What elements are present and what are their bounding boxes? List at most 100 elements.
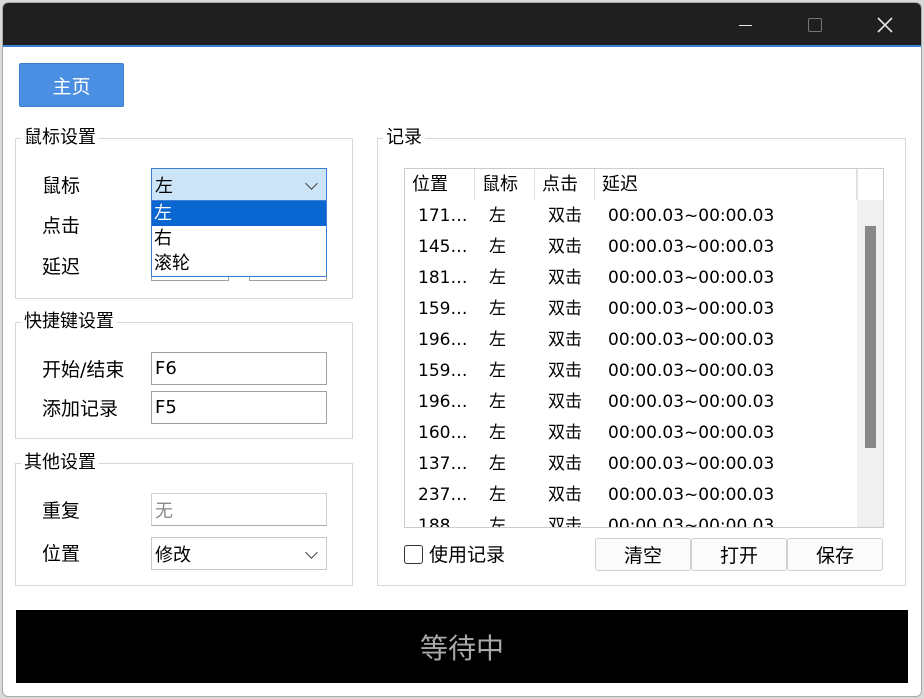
cell-delay: 00:00.03~00:00.03: [608, 361, 775, 381]
title-bar: [3, 3, 921, 47]
cell-click: 双击: [548, 361, 582, 381]
table-row[interactable]: 1963... 左 双击 00:00.03~00:00.03: [405, 325, 857, 356]
dropdown-option-right[interactable]: 右: [152, 226, 326, 251]
mouse-button-dropdown: 左 右 滚轮: [151, 200, 327, 277]
dropdown-option-left[interactable]: 左: [152, 201, 326, 226]
use-records-checkbox[interactable]: [404, 545, 423, 564]
column-header-position[interactable]: 位置: [405, 169, 475, 200]
table-row[interactable]: 2374... 左 双击 00:00.03~00:00.03: [405, 480, 857, 511]
cell-delay: 00:00.03~00:00.03: [608, 299, 775, 319]
start-stop-label: 开始/结束: [42, 359, 125, 381]
cell-click: 双击: [548, 485, 582, 505]
cell-delay: 00:00.03~00:00.03: [608, 485, 775, 505]
cell-click: 双击: [548, 423, 582, 443]
status-bar: 等待中: [16, 610, 908, 683]
table-row[interactable]: 1717... 左 双击 00:00.03~00:00.03: [405, 201, 857, 232]
cell-position: 1963...: [418, 392, 476, 412]
cell-mouse: 左: [489, 206, 506, 226]
table-row[interactable]: 1608... 左 双击 00:00.03~00:00.03: [405, 418, 857, 449]
column-header-click[interactable]: 点击: [535, 169, 595, 200]
clear-button[interactable]: 清空: [595, 538, 691, 571]
table-row[interactable]: 1375... 左 双击 00:00.03~00:00.03: [405, 449, 857, 480]
table-row[interactable]: 1880... 左 双击 00:00.03~00:00.03: [405, 511, 857, 528]
table-row[interactable]: 1451... 左 双击 00:00.03~00:00.03: [405, 232, 857, 263]
cell-mouse: 左: [489, 454, 506, 474]
column-header-delay[interactable]: 延迟: [595, 169, 857, 200]
dropdown-option-wheel[interactable]: 滚轮: [152, 251, 326, 276]
cell-delay: 00:00.03~00:00.03: [608, 268, 775, 288]
cell-delay: 00:00.03~00:00.03: [608, 423, 775, 443]
vertical-scrollbar[interactable]: [857, 200, 883, 527]
cell-position: 1595...: [418, 299, 476, 319]
cell-click: 双击: [548, 237, 582, 257]
cell-mouse: 左: [489, 361, 506, 381]
cell-click: 双击: [548, 454, 582, 474]
chevron-down-icon: [305, 177, 318, 190]
cell-delay: 00:00.03~00:00.03: [608, 516, 775, 528]
other-settings-title: 其他设置: [21, 452, 99, 474]
records-title: 记录: [383, 127, 425, 149]
app-window: 主页 鼠标设置 鼠标 左 点击 延迟 左 右 滚轮 快捷键设置 开始/结束 F6…: [2, 2, 922, 697]
delay-label: 延迟: [42, 256, 81, 278]
cell-position: 1811...: [418, 268, 476, 288]
table-row[interactable]: 1963... 左 双击 00:00.03~00:00.03: [405, 387, 857, 418]
position-select[interactable]: 修改: [151, 537, 327, 570]
start-stop-hotkey-field[interactable]: F6: [151, 352, 327, 385]
column-header-mouse[interactable]: 鼠标: [475, 169, 535, 200]
cell-delay: 00:00.03~00:00.03: [608, 454, 775, 474]
scrollbar-thumb[interactable]: [865, 226, 876, 448]
cell-position: 1717...: [418, 206, 476, 226]
cell-position: 1608...: [418, 423, 476, 443]
cell-delay: 00:00.03~00:00.03: [608, 392, 775, 412]
cell-mouse: 左: [489, 485, 506, 505]
table-row[interactable]: 1595... 左 双击 00:00.03~00:00.03: [405, 294, 857, 325]
maximize-button[interactable]: [780, 3, 850, 47]
mouse-button-select[interactable]: 左: [151, 168, 327, 201]
click-label: 点击: [42, 215, 81, 237]
cell-click: 双击: [548, 392, 582, 412]
chevron-down-icon: [305, 546, 318, 559]
cell-mouse: 左: [489, 423, 506, 443]
cell-mouse: 左: [489, 392, 506, 412]
mouse-select-value: 左: [155, 175, 173, 197]
records-header: 位置 鼠标 点击 延迟: [405, 169, 857, 200]
cell-delay: 00:00.03~00:00.03: [608, 237, 775, 257]
minimize-icon: [738, 24, 752, 26]
cell-mouse: 左: [489, 237, 506, 257]
cell-position: 1593...: [418, 361, 476, 381]
header-corner: [857, 169, 883, 200]
cell-position: 1451...: [418, 237, 476, 257]
close-button[interactable]: [850, 3, 920, 47]
table-row[interactable]: 1811... 左 双击 00:00.03~00:00.03: [405, 263, 857, 294]
cell-mouse: 左: [489, 516, 506, 528]
open-button[interactable]: 打开: [691, 538, 787, 571]
cell-delay: 00:00.03~00:00.03: [608, 206, 775, 226]
close-icon: [877, 17, 893, 33]
cell-click: 双击: [548, 330, 582, 350]
hotkey-settings-title: 快捷键设置: [21, 311, 117, 333]
cell-mouse: 左: [489, 330, 506, 350]
add-record-hotkey-field[interactable]: F5: [151, 391, 327, 424]
cell-delay: 00:00.03~00:00.03: [608, 330, 775, 350]
cell-mouse: 左: [489, 299, 506, 319]
records-list[interactable]: 位置 鼠标 点击 延迟 1717... 左双击 00:00.03~00:00.03 1…: [404, 168, 884, 528]
minimize-button[interactable]: [710, 3, 780, 47]
cell-mouse: 左: [489, 268, 506, 288]
add-record-label: 添加记录: [42, 398, 119, 420]
position-select-value: 修改: [155, 544, 191, 566]
save-button[interactable]: 保存: [787, 538, 883, 571]
mouse-label: 鼠标: [42, 175, 81, 197]
cell-click: 双击: [548, 268, 582, 288]
cell-click: 双击: [548, 206, 582, 226]
cell-click: 双击: [548, 299, 582, 319]
home-button[interactable]: 主页: [19, 63, 124, 107]
maximize-icon: [808, 18, 822, 32]
cell-click: 双击: [548, 516, 582, 528]
mouse-settings-title: 鼠标设置: [21, 127, 99, 149]
cell-position: 1375...: [418, 454, 476, 474]
repeat-field: 无: [151, 493, 327, 526]
cell-position: 1963...: [418, 330, 476, 350]
table-row[interactable]: 1593... 左 双击 00:00.03~00:00.03: [405, 356, 857, 387]
repeat-label: 重复: [42, 500, 81, 522]
position-label: 位置: [42, 543, 81, 565]
